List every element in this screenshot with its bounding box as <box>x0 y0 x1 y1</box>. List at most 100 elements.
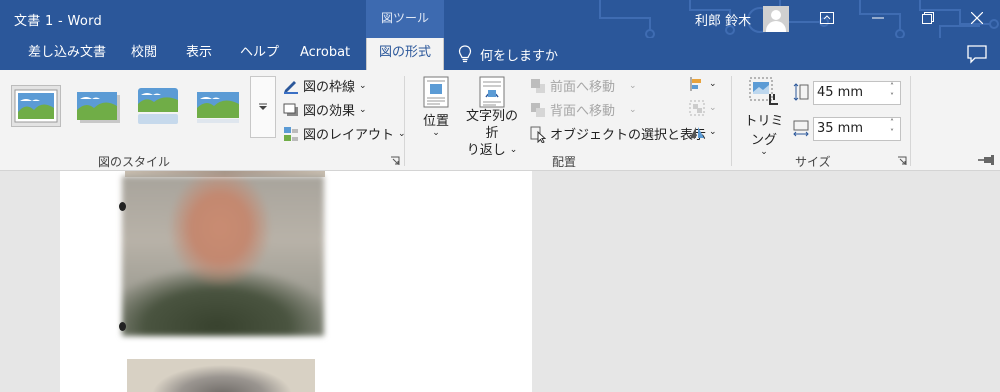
wrap-text-label-line2: り返し <box>466 143 506 158</box>
wrap-text-line2-row: り返し ⌄ <box>467 142 518 159</box>
comments-icon[interactable] <box>966 44 988 64</box>
picture-layout-button[interactable]: 図のレイアウト ⌄ <box>283 124 406 143</box>
picture-border-label: 図の枠線 <box>303 80 356 95</box>
tab-review[interactable]: 校閲 <box>131 38 157 70</box>
selected-picture[interactable] <box>122 176 324 336</box>
dialog-launcher-icon[interactable] <box>897 156 907 166</box>
chevron-down-icon: ⌄ <box>709 127 717 137</box>
picture-style-thumbnail[interactable] <box>134 86 182 126</box>
picture-style-thumbnail[interactable] <box>194 86 242 126</box>
chevron-down-icon: ⌄ <box>359 80 367 91</box>
picture-effects-label: 図の効果 <box>303 104 356 119</box>
group-objects-button[interactable]: ⌄ <box>689 100 717 116</box>
group-separator <box>910 76 911 166</box>
group-separator <box>731 76 732 166</box>
window-title: 文書 1 - Word <box>14 14 103 29</box>
tell-me-label: 何をしますか <box>480 48 559 64</box>
rotate-button[interactable]: ⌄ <box>689 124 717 140</box>
chevron-down-icon: ⌄ <box>359 104 367 115</box>
tell-me-search[interactable]: 何をしますか <box>458 38 558 70</box>
picture-style-thumbnail[interactable] <box>74 86 122 126</box>
dialog-launcher-icon[interactable] <box>390 156 400 166</box>
tab-view[interactable]: 表示 <box>186 38 212 70</box>
picture-style-soft-edge-icon <box>197 92 239 123</box>
width-spinner[interactable]: ˄ ˅ <box>886 118 898 140</box>
picture-styles-group-label: 図のスタイル <box>98 155 171 169</box>
crop-label: トリミング <box>744 114 784 148</box>
close-icon <box>971 12 983 24</box>
ribbon-tab-row: 差し込み文書 校閲 表示 ヘルプ Acrobat 図の形式 何をしますか <box>0 38 1000 70</box>
list-bullet <box>119 322 126 331</box>
shape-height-input[interactable]: 45 mm ˄ ˅ <box>813 81 901 105</box>
position-label: 位置 <box>422 114 449 129</box>
chevron-down-icon: ⌄ <box>629 80 637 91</box>
pencil-icon <box>284 80 298 94</box>
ribbon-display-icon <box>820 12 834 24</box>
gallery-more-button[interactable] <box>250 76 276 138</box>
picture-styles-gallery <box>0 76 250 138</box>
user-name[interactable]: 利郎 鈴木 <box>695 10 751 29</box>
picture-style-shadow-icon <box>77 92 120 123</box>
document-area[interactable] <box>0 171 1000 392</box>
avatar-body <box>766 21 786 32</box>
picture-tools-context-label: 図ツール <box>366 0 444 38</box>
group-icon <box>689 100 705 116</box>
tab-help[interactable]: ヘルプ <box>240 38 279 70</box>
selection-pane-button[interactable]: オブジェクトの選択と表示 <box>530 124 706 143</box>
send-backward-label: 背面へ移動 <box>550 104 616 119</box>
avatar-head <box>771 10 781 20</box>
wrap-text-label-line1: 文字列の折 <box>465 109 518 141</box>
send-backward-button[interactable]: 背面へ移動 ⌄ <box>530 100 637 119</box>
minimize-icon <box>872 17 884 19</box>
restore-icon <box>922 12 934 24</box>
group-separator <box>404 76 405 166</box>
bring-forward-label: 前面へ移動 <box>550 80 616 95</box>
close-button[interactable] <box>954 0 1000 36</box>
shape-width-input[interactable]: 35 mm ˄ ˅ <box>813 117 901 141</box>
chevron-down-icon: ⌄ <box>509 145 518 155</box>
title-bar: 文書 1 - Word 図ツール 利郎 鈴木 <box>0 0 1000 38</box>
list-bullet <box>119 202 126 211</box>
selection-pane-label: オブジェクトの選択と表示 <box>550 128 707 143</box>
picture-effects-button[interactable]: 図の効果 ⌄ <box>283 100 367 119</box>
chevron-down-icon: ⌄ <box>709 79 717 89</box>
picture-style-reflection-icon <box>138 88 178 124</box>
tab-picture-format[interactable]: 図の形式 <box>366 38 445 70</box>
ribbon-display-options-button[interactable] <box>804 0 850 36</box>
bring-forward-button[interactable]: 前面へ移動 ⌄ <box>530 76 637 95</box>
bring-forward-icon <box>531 78 545 93</box>
picture-layout-label: 図のレイアウト <box>303 128 395 143</box>
next-picture[interactable] <box>127 359 315 392</box>
document-page[interactable] <box>60 171 532 392</box>
restore-button[interactable] <box>905 0 951 36</box>
send-backward-icon <box>531 102 545 117</box>
shape-width-icon <box>793 120 809 137</box>
arrange-group-label: 配置 <box>552 155 577 169</box>
size-group-label: サイズ <box>795 155 831 169</box>
ribbon: 図の枠線 ⌄ 図の効果 ⌄ 図のレイアウト ⌄ 図のスタイル 位置 ⌄ 文字列の… <box>0 70 1000 171</box>
chevron-down-icon: ⌄ <box>709 103 717 113</box>
rotate-icon <box>690 127 704 138</box>
minimize-button[interactable] <box>855 0 901 36</box>
align-icon <box>690 77 701 91</box>
shape-width-value: 35 mm <box>817 121 864 136</box>
align-button[interactable]: ⌄ <box>689 76 717 92</box>
picture-border-button[interactable]: 図の枠線 ⌄ <box>283 76 367 95</box>
height-spinner[interactable]: ˄ ˅ <box>886 82 898 104</box>
shape-height-icon <box>793 83 809 101</box>
wrap-text-button[interactable]: 文字列の折 り返し ⌄ <box>460 76 524 159</box>
tab-acrobat[interactable]: Acrobat <box>300 38 350 70</box>
avatar[interactable] <box>763 6 789 32</box>
chevron-down-icon: ⌄ <box>432 128 440 138</box>
lightbulb-icon <box>458 45 472 63</box>
tab-mailings[interactable]: 差し込み文書 <box>28 38 106 70</box>
pin-ribbon-icon[interactable] <box>978 155 996 165</box>
position-button[interactable]: 位置 ⌄ <box>419 76 453 138</box>
picture-layout-icon <box>284 126 298 141</box>
crop-button[interactable]: トリミング ⌄ <box>740 76 788 157</box>
chevron-down-icon: ⌄ <box>760 147 768 157</box>
position-icon <box>423 76 449 108</box>
picture-style-simple-frame-icon <box>14 89 58 123</box>
wrap-text-icon <box>479 76 505 108</box>
picture-style-thumbnail[interactable] <box>11 85 61 127</box>
